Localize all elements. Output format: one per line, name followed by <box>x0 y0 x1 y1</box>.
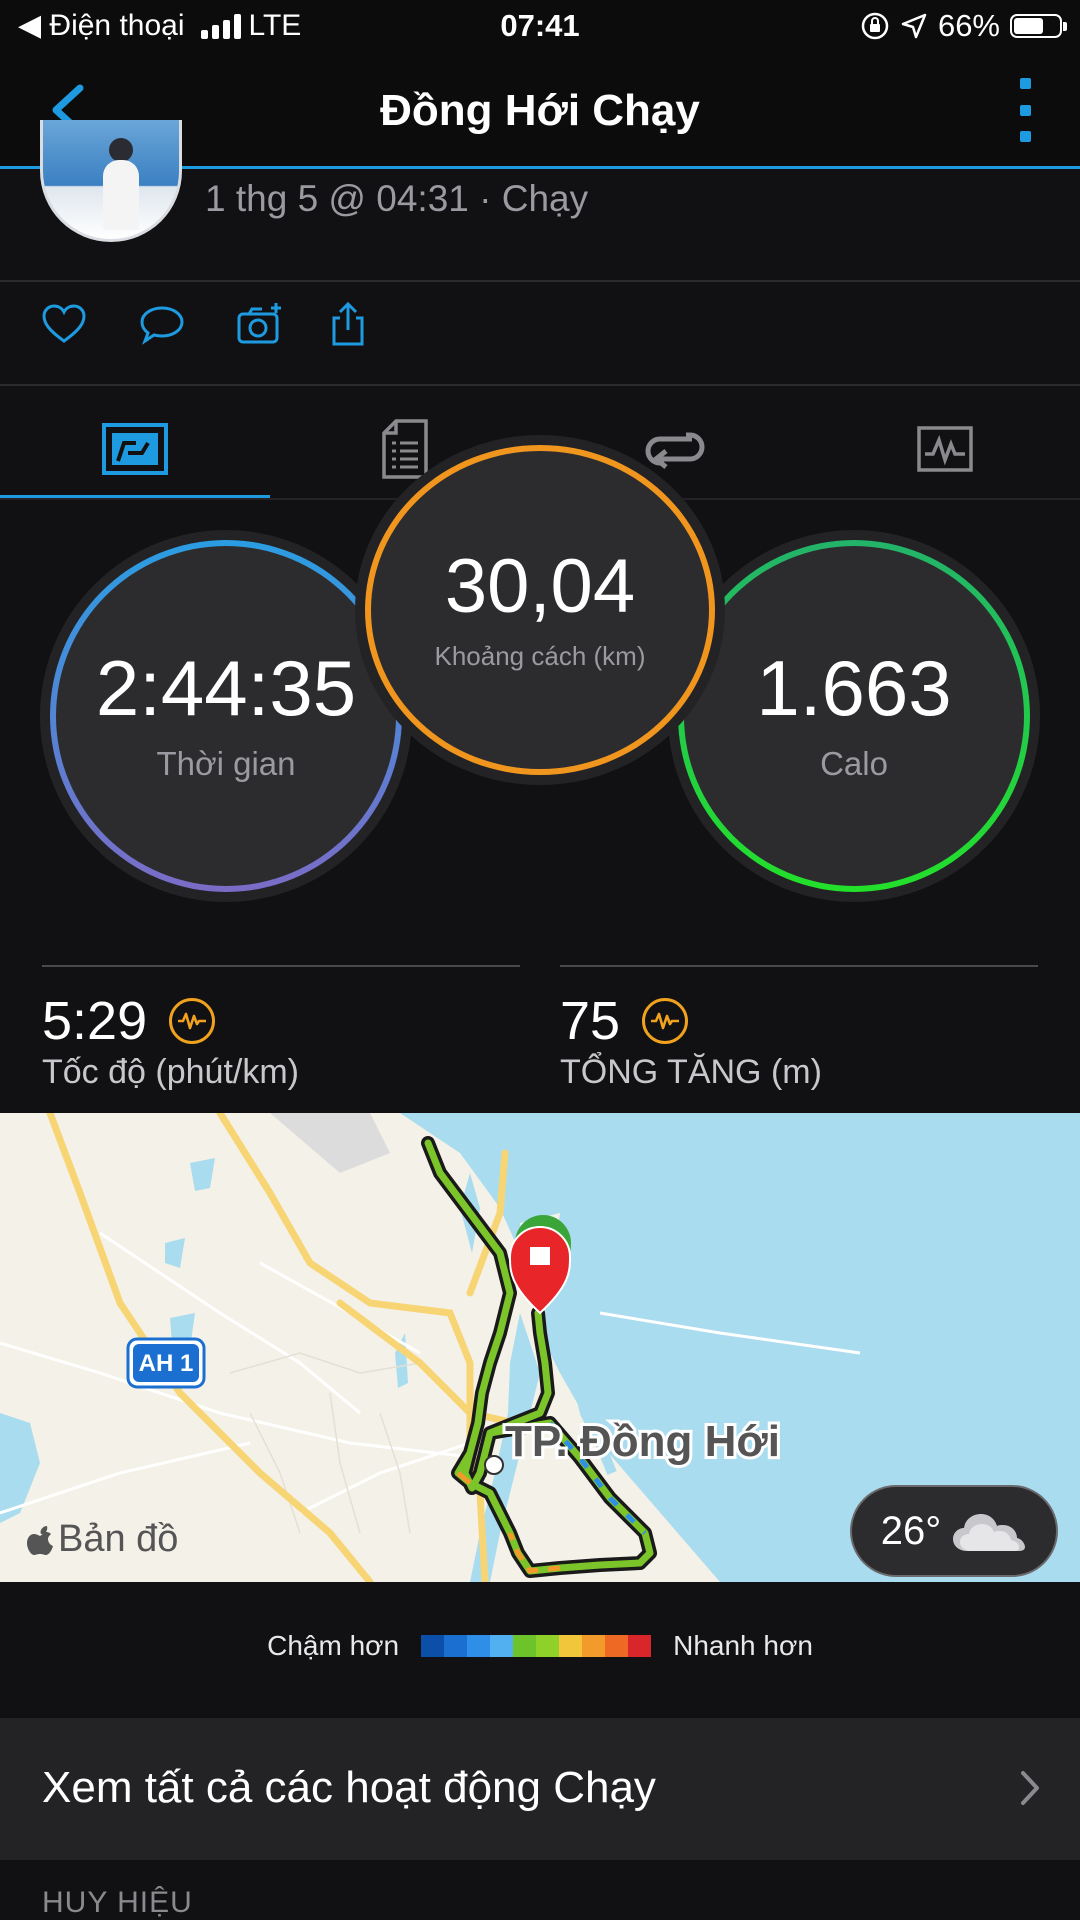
badges-section-header: HUY HIỆU <box>42 1886 193 1919</box>
legend-swatch <box>605 1635 629 1657</box>
divider <box>0 280 1080 282</box>
temperature: 26° <box>880 1508 942 1553</box>
legend-swatch <box>628 1635 652 1657</box>
activity-actions <box>40 300 372 348</box>
stat-divider <box>560 965 1038 967</box>
time-value: 2:44:35 <box>95 644 357 732</box>
highway-label: AH 1 <box>139 1350 194 1377</box>
stat-divider <box>42 965 520 967</box>
cloud-icon <box>953 1514 1026 1551</box>
activity-date-type: 1 thg 5 @ 04:31 · Chạy <box>205 178 589 219</box>
chevron-right-icon <box>1021 1771 1039 1805</box>
pace-stat: 5:29 <box>42 990 216 1052</box>
elevation-stat: 75 <box>560 990 689 1052</box>
time-circle: 2:44:35 Thời gian <box>50 540 402 892</box>
distance-label: Khoảng cách (km) <box>434 640 646 671</box>
elevation-value: 75 <box>560 991 621 1051</box>
avatar[interactable] <box>40 120 182 242</box>
rotation-lock-icon <box>861 12 889 40</box>
pace-value: 5:29 <box>42 991 148 1051</box>
apple-logo-icon <box>27 1525 53 1555</box>
weather-badge[interactable]: 26° <box>850 1485 1058 1577</box>
graphs-icon <box>917 426 973 472</box>
pace-label: Tốc độ (phút/km) <box>42 1053 299 1091</box>
time-label: Thời gian <box>156 745 296 782</box>
legend-swatch <box>513 1635 537 1657</box>
share-icon[interactable] <box>324 300 372 348</box>
overview-icon <box>102 423 168 475</box>
location-arrow-icon <box>901 13 927 39</box>
view-all-runs-row[interactable]: Xem tất cả các hoạt động Chạy <box>0 1718 1080 1860</box>
pace-legend: Chậm hơn Nhanh hơn <box>0 1630 1080 1662</box>
laps-icon <box>645 432 705 469</box>
legend-swatch <box>559 1635 583 1657</box>
city-label: TP. Đồng Hới <box>505 1417 780 1466</box>
view-all-runs-label: Xem tất cả các hoạt động Chạy <box>42 1763 656 1812</box>
calories-label: Calo <box>820 745 888 782</box>
legend-swatch <box>467 1635 491 1657</box>
legend-swatch <box>536 1635 560 1657</box>
legend-color-bar <box>421 1635 652 1657</box>
legend-slower: Chậm hơn <box>267 1630 400 1661</box>
calories-value: 1.663 <box>756 644 952 732</box>
elevation-label: TỔNG TĂNG (m) <box>560 1053 822 1091</box>
like-icon[interactable] <box>40 300 88 348</box>
status-right: 66% <box>860 8 1067 44</box>
add-photo-icon[interactable] <box>236 300 284 348</box>
maps-brand: Bản đồ <box>26 1518 178 1561</box>
calories-circle: 1.663 Calo <box>678 540 1030 892</box>
distance-circle: 30,04 Khoảng cách (km) <box>365 445 715 775</box>
maps-brand-label: Bản đồ <box>58 1518 179 1560</box>
legend-faster: Nhanh hơn <box>673 1630 813 1661</box>
status-bar: ◀ Điện thoại LTE 07:41 66% <box>0 0 1080 56</box>
legend-swatch <box>490 1635 514 1657</box>
battery-percent: 66% <box>937 8 1000 43</box>
legend-swatch <box>444 1635 468 1657</box>
divider <box>0 384 1080 386</box>
distance-value: 30,04 <box>444 543 636 629</box>
details-icon <box>382 419 428 479</box>
tab-graphs[interactable] <box>810 400 1080 498</box>
highway-badge: AH 1 <box>126 1337 206 1389</box>
more-options-icon[interactable] <box>1010 78 1040 142</box>
comment-icon[interactable] <box>138 300 186 348</box>
elevation-chart-icon[interactable] <box>642 998 689 1044</box>
pace-chart-icon[interactable] <box>169 998 216 1044</box>
battery-icon <box>1010 14 1067 38</box>
legend-swatch <box>582 1635 606 1657</box>
tab-overview[interactable] <box>0 400 270 498</box>
legend-swatch <box>421 1635 445 1657</box>
